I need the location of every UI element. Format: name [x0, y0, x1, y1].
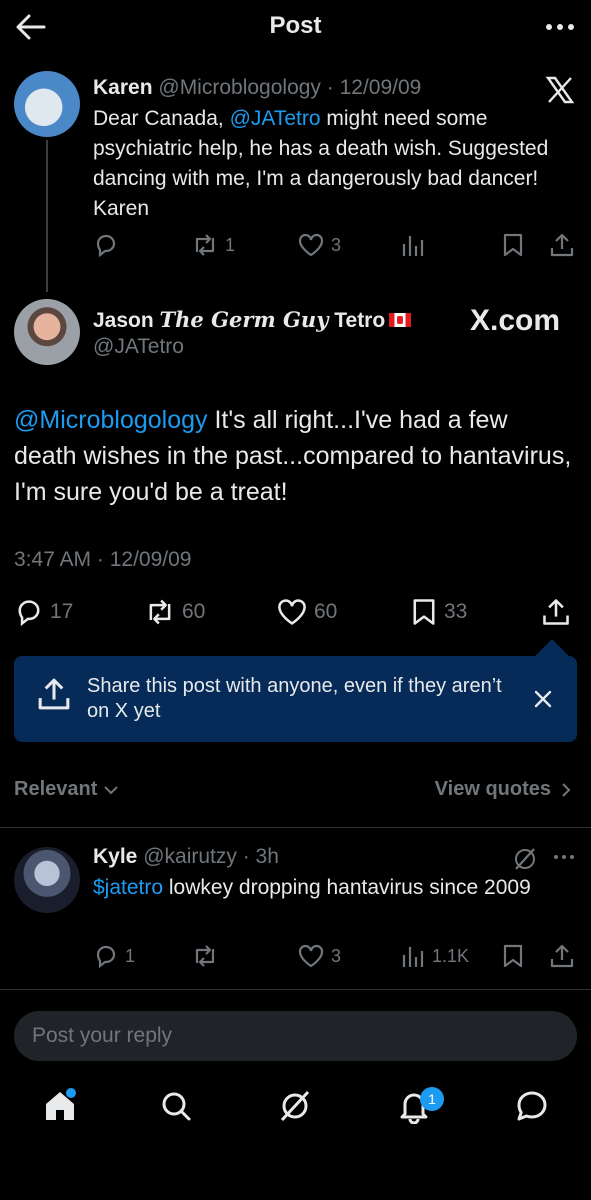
reply-count: 17 [50, 600, 74, 623]
close-icon[interactable] [530, 686, 556, 712]
grok-icon[interactable] [512, 846, 538, 872]
views-button[interactable] [400, 232, 426, 258]
bookmark-button[interactable]: 33 [410, 597, 467, 627]
repost-count: 60 [182, 600, 206, 623]
post-date: · 12/09/09 [326, 76, 422, 99]
search-icon[interactable] [158, 1088, 198, 1128]
home-icon[interactable] [42, 1088, 82, 1128]
bookmark-icon [501, 232, 525, 258]
chevron-down-icon [103, 784, 119, 796]
action-bar: 17 60 60 33 [14, 596, 577, 628]
share-banner-text: Share this post with anyone, even if the… [87, 675, 502, 722]
share-icon [549, 943, 575, 969]
views-icon [400, 943, 426, 969]
reply-button[interactable] [93, 232, 119, 258]
reply-count: 1 [125, 945, 136, 966]
view-quotes-label: View quotes [434, 778, 551, 800]
chevron-right-icon [561, 782, 571, 798]
reply-button[interactable]: 17 [14, 597, 73, 627]
share-icon [36, 676, 72, 712]
like-button[interactable]: 60 [276, 597, 337, 627]
x-logo-icon [545, 76, 575, 104]
grok-icon[interactable] [277, 1088, 317, 1128]
action-bar: 1 3 1.1K [93, 942, 577, 970]
bookmark-button[interactable] [501, 232, 525, 258]
like-count: 60 [314, 600, 338, 623]
view-quotes-link[interactable]: View quotes [435, 778, 571, 801]
sort-label: Relevant [14, 778, 98, 800]
repost-icon [144, 597, 176, 627]
author-name[interactable]: Kyle [93, 845, 137, 868]
like-icon [297, 943, 325, 969]
thread-line [46, 140, 48, 292]
reply-placeholder: Post your reply [32, 1024, 173, 1047]
like-button[interactable]: 3 [297, 943, 341, 969]
repost-button[interactable]: 1 [191, 232, 235, 258]
page-title: Post [269, 12, 322, 39]
reply-icon [14, 597, 44, 627]
notification-badge: 1 [420, 1087, 444, 1111]
author-handle[interactable]: @kairutzy [143, 845, 237, 868]
post-header: Karen @Microblogology · 12/09/09 [93, 76, 421, 100]
post-text: @Microblogology It's all right...I've ha… [14, 402, 574, 510]
views-count: 1.1K [432, 945, 470, 966]
like-icon [297, 232, 325, 258]
like-count: 3 [331, 234, 342, 255]
reply-icon [93, 943, 119, 969]
reply-button[interactable]: 1 [93, 943, 135, 969]
author-name[interactable]: Jason The Germ Guy Tetro [93, 307, 412, 333]
post-text-part: Dear Canada, [93, 107, 230, 130]
canada-flag-icon [389, 313, 412, 327]
mention-link[interactable]: @JATetro [230, 107, 321, 130]
like-count: 3 [331, 945, 342, 966]
repost-count: 1 [225, 234, 236, 255]
name-styled: The Germ Guy [159, 307, 329, 332]
divider [0, 989, 591, 990]
share-button[interactable] [549, 943, 575, 969]
top-bar: Post [0, 0, 591, 56]
bookmark-button[interactable] [501, 943, 525, 969]
repost-icon [191, 232, 219, 258]
more-icon[interactable] [543, 16, 577, 38]
post-text-part: lowkey dropping hantavirus since 2009 [163, 876, 531, 899]
post-header: Kyle @kairutzy · 3h [93, 845, 279, 869]
repost-button[interactable] [191, 943, 219, 969]
divider [0, 827, 591, 828]
messages-icon[interactable] [514, 1088, 554, 1128]
share-icon [541, 597, 571, 627]
bookmark-icon [501, 943, 525, 969]
name-part: Jason [93, 309, 160, 332]
avatar[interactable] [14, 847, 80, 913]
views-button[interactable]: 1.1K [400, 943, 469, 969]
avatar[interactable] [14, 71, 80, 137]
reply-icon [93, 232, 119, 258]
cashtag-link[interactable]: $jatetro [93, 876, 163, 899]
repost-button[interactable]: 60 [144, 597, 205, 627]
author-handle[interactable]: @Microblogology [158, 76, 321, 99]
post-timestamp[interactable]: 3:47 AM · 12/09/09 [14, 548, 191, 572]
post-time: · 3h [242, 845, 279, 868]
author-handle[interactable]: @JATetro [93, 335, 184, 359]
share-button[interactable] [549, 232, 575, 258]
sort-dropdown[interactable]: Relevant [14, 778, 119, 801]
bookmark-icon [410, 597, 438, 627]
repost-icon [191, 943, 219, 969]
like-icon [276, 597, 308, 627]
avatar[interactable] [14, 299, 80, 365]
views-icon [400, 232, 426, 258]
action-bar: 1 3 [93, 231, 577, 259]
share-button[interactable] [541, 597, 571, 627]
home-notification-dot [66, 1088, 76, 1098]
post-text: $jatetro lowkey dropping hantavirus sinc… [93, 873, 553, 902]
bookmark-count: 33 [444, 600, 468, 623]
more-icon[interactable] [552, 852, 576, 862]
x-com-watermark: X.com [470, 304, 561, 337]
author-name[interactable]: Karen [93, 76, 153, 99]
like-button[interactable]: 3 [297, 232, 341, 258]
mention-link[interactable]: @Microblogology [14, 406, 208, 434]
share-icon [549, 232, 575, 258]
name-part: Tetro [328, 309, 386, 332]
reply-input[interactable]: Post your reply [14, 1011, 577, 1061]
post-text: Dear Canada, @JATetro might need some ps… [93, 104, 573, 224]
